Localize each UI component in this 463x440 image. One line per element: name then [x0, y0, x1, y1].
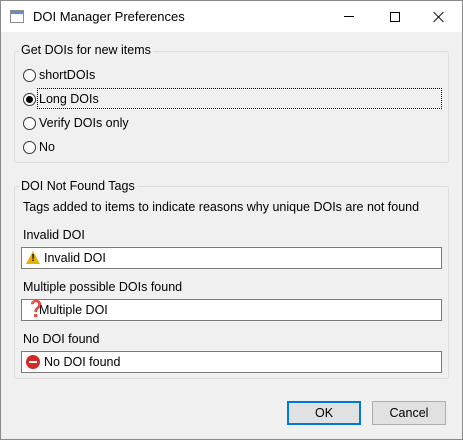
cancel-button[interactable]: Cancel	[372, 401, 446, 425]
field-value: No DOI found	[44, 355, 121, 369]
minimize-button[interactable]	[326, 1, 372, 32]
radio-label: Long DOIs	[39, 92, 99, 106]
close-button[interactable]	[416, 1, 462, 32]
window-title: DOI Manager Preferences	[33, 9, 185, 24]
radio-circle[interactable]	[23, 68, 36, 82]
no-doi-found-label: No DOI found	[23, 332, 100, 346]
radio-circle[interactable]	[23, 140, 36, 154]
multiple-doi-label: Multiple possible DOIs found	[23, 280, 183, 294]
radio-circle-selected[interactable]	[23, 92, 36, 106]
radio-shortdois[interactable]: shortDOIs	[23, 66, 95, 84]
radio-long-dois[interactable]: Long DOIs	[23, 90, 99, 108]
invalid-doi-tag-input[interactable]: Invalid DOI	[21, 247, 442, 269]
invalid-doi-label: Invalid DOI	[23, 228, 85, 242]
no-doi-found-tag-input[interactable]: No DOI found	[21, 351, 442, 373]
radio-label: No	[39, 140, 55, 154]
close-icon	[433, 11, 445, 23]
question-icon: ❓	[26, 301, 46, 318]
radio-circle[interactable]	[23, 116, 36, 130]
new-items-group-title: Get DOIs for new items	[19, 43, 153, 57]
ok-button[interactable]: OK	[287, 401, 361, 425]
radio-label: Verify DOIs only	[39, 116, 129, 130]
warning-icon	[26, 251, 40, 265]
maximize-icon	[390, 11, 400, 22]
preferences-dialog: DOI Manager Preferences Get DOIs for new…	[0, 0, 463, 440]
app-window-icon	[10, 10, 24, 23]
not-found-tags-group-title: DOI Not Found Tags	[19, 179, 137, 193]
no-entry-icon	[26, 355, 40, 369]
minimize-icon	[344, 16, 354, 17]
radio-no[interactable]: No	[23, 138, 55, 156]
maximize-button[interactable]	[372, 1, 418, 32]
field-value: Multiple DOI	[39, 303, 108, 317]
multiple-doi-tag-input[interactable]: ❓ Multiple DOI	[21, 299, 442, 321]
radio-label: shortDOIs	[39, 68, 96, 82]
radio-verify-dois-only[interactable]: Verify DOIs only	[23, 114, 129, 132]
title-bar[interactable]: DOI Manager Preferences	[1, 1, 462, 32]
tags-description: Tags added to items to indicate reasons …	[23, 200, 420, 214]
field-value: Invalid DOI	[44, 251, 106, 265]
